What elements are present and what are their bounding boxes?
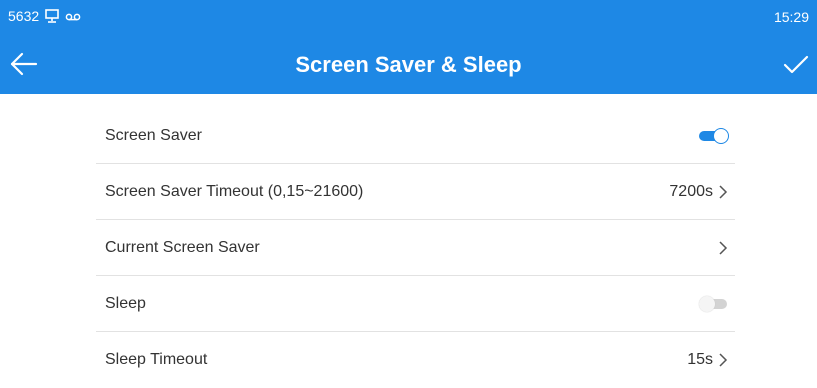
status-number: 5632 [8,8,40,24]
setting-label: Current Screen Saver [105,238,260,256]
setting-label: Screen Saver [105,126,202,144]
sleep-toggle[interactable] [699,295,729,312]
voicemail-icon [65,9,81,23]
title-bar: Screen Saver & Sleep [0,34,817,94]
computer-icon [44,9,60,23]
setting-screen-saver[interactable]: Screen Saver [96,108,735,164]
screen-saver-toggle[interactable] [699,127,729,144]
setting-screen-saver-timeout[interactable]: Screen Saver Timeout (0,15~21600) 7200s [96,164,735,220]
status-left: 5632 [8,8,81,24]
chevron-right-icon [717,240,729,256]
setting-label: Screen Saver Timeout (0,15~21600) [105,182,364,200]
settings-list: Screen Saver Screen Saver Timeout (0,15~… [96,108,735,388]
setting-value: 7200s [669,182,713,200]
confirm-button[interactable] [781,50,811,80]
setting-value: 15s [687,351,713,368]
setting-label: Sleep [105,294,146,312]
setting-sleep[interactable]: Sleep [96,276,735,332]
setting-label: Sleep Timeout [105,351,208,368]
page-title: Screen Saver & Sleep [295,52,522,77]
status-time: 15:29 [773,9,809,25]
setting-current-screen-saver[interactable]: Current Screen Saver [96,220,735,276]
app-header: 5632 15:29 Screen Saver & Sleep [0,0,817,94]
chevron-right-icon [717,352,729,368]
checkmark-icon [783,55,809,74]
setting-sleep-timeout[interactable]: Sleep Timeout 15s [96,332,735,388]
status-bar: 5632 15:29 [0,0,817,34]
chevron-right-icon [717,184,729,200]
